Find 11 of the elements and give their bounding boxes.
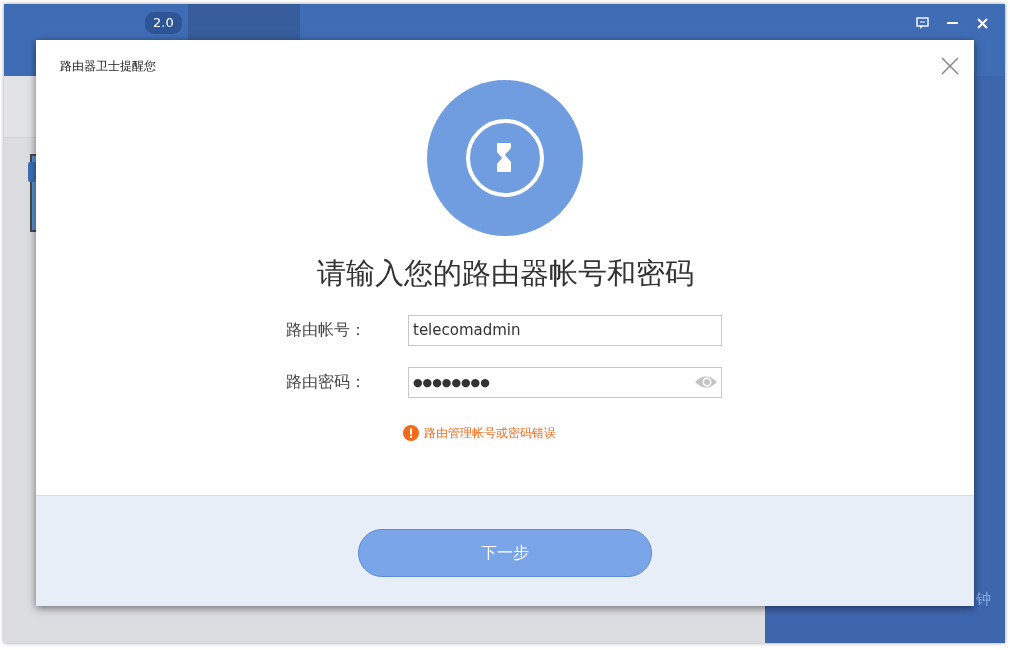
field-label: 路由密码： [286,371,367,394]
dialog-heading: 请输入您的路由器帐号和密码 [316,256,694,290]
version-badge: 2.0 [145,12,182,34]
account-field[interactable]: telecomadmin [408,314,722,346]
lock-icon [427,80,583,236]
field-label: 路由帐号： [286,319,367,342]
warning-icon [403,424,419,441]
dialog-title: 路由器卫士提醒您 [60,59,156,73]
panel-text: 钟 [976,589,991,608]
password-field[interactable]: ●●●●●●●● [408,366,722,398]
error-message: 路由管理帐号或密码错误 [424,424,556,442]
